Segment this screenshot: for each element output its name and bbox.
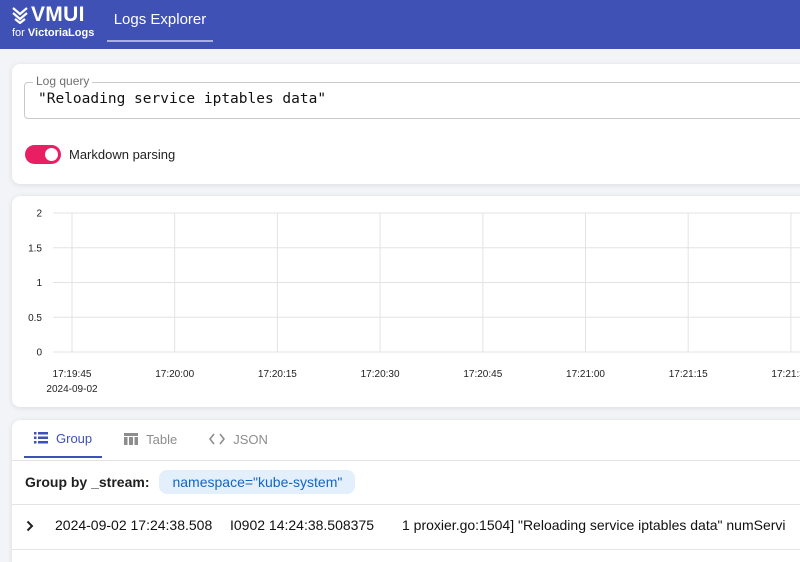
results-tabs: Group Table JSON (24, 420, 290, 460)
y-tick-label: 1 (36, 278, 42, 289)
hits-chart[interactable]: 0 0.5 1 1.5 2 17:19:45 17:20:00 17:20:15 17:20:3… (12, 196, 800, 407)
app-header: VMUI for VictoriaLogs Logs Explorer (0, 0, 800, 49)
x-tick-label: 17:20:15 (258, 369, 297, 380)
tab-group[interactable]: Group (24, 420, 103, 458)
code-icon (209, 433, 226, 445)
log-query-legend: Log query (33, 74, 93, 88)
x-tick-label: 17:21:15 (669, 369, 708, 380)
row-divider (12, 549, 800, 550)
markdown-toggle[interactable] (25, 145, 61, 164)
nav-tab-logs-explorer[interactable]: Logs Explorer (107, 0, 213, 42)
tab-json[interactable]: JSON (199, 420, 278, 458)
tab-table-label: Table (146, 431, 178, 447)
tabs-divider (12, 460, 800, 461)
tab-json-label: JSON (233, 431, 268, 447)
toggle-knob (45, 148, 58, 161)
y-tick-label: 0.5 (28, 313, 42, 324)
log-message: 1 proxier.go:1504] "Reloading service ip… (402, 517, 786, 533)
vmui-logo[interactable]: VMUI for VictoriaLogs (12, 3, 102, 44)
list-icon (34, 432, 48, 444)
log-message-prefix: I0902 14:24:38.508375 (230, 517, 375, 533)
y-tick-label: 2 (36, 209, 42, 220)
query-panel: Log query "Reloading service iptables da… (12, 64, 800, 184)
markdown-toggle-row: Markdown parsing (25, 145, 175, 164)
x-date-label: 2024-09-02 (46, 384, 98, 395)
results-panel: Group Table JSON Group by _stream: names… (12, 420, 800, 562)
stream-chip[interactable]: namespace="kube-system" (159, 470, 356, 494)
tab-group-label: Group (56, 430, 93, 446)
log-query-input[interactable]: Log query "Reloading service iptables da… (24, 74, 800, 119)
log-time: 2024-09-02 17:24:38.508 (55, 517, 213, 533)
victoria-logo-icon (12, 6, 28, 24)
table-icon (124, 433, 139, 445)
x-tick-label: 17:20:30 (361, 369, 400, 380)
hits-chart-panel: 0 0.5 1 1.5 2 17:19:45 17:20:00 17:20:15 17:20:3… (12, 196, 800, 407)
x-tick-label: 17:20:00 (155, 369, 194, 380)
tab-table[interactable]: Table (114, 420, 187, 458)
log-query-value[interactable]: "Reloading service iptables data" (38, 91, 326, 107)
y-tick-label: 1.5 (28, 243, 42, 254)
group-header: Group by _stream: namespace="kube-system… (25, 470, 356, 494)
chevron-right-icon[interactable] (26, 519, 34, 535)
x-tick-label: 17:21:30 (771, 369, 800, 380)
brand-subtitle: for VictoriaLogs (12, 27, 95, 39)
x-tick-label: 17:20:45 (463, 369, 502, 380)
nav-tab-indicator (107, 40, 213, 42)
group-by-label: Group by _stream: (25, 474, 150, 490)
x-tick-label: 17:21:00 (566, 369, 605, 380)
brand-name: VMUI (31, 3, 85, 26)
markdown-toggle-label: Markdown parsing (69, 147, 176, 162)
y-tick-label: 0 (36, 348, 42, 359)
group-divider (12, 504, 800, 505)
x-tick-label: 17:19:45 (53, 369, 92, 380)
